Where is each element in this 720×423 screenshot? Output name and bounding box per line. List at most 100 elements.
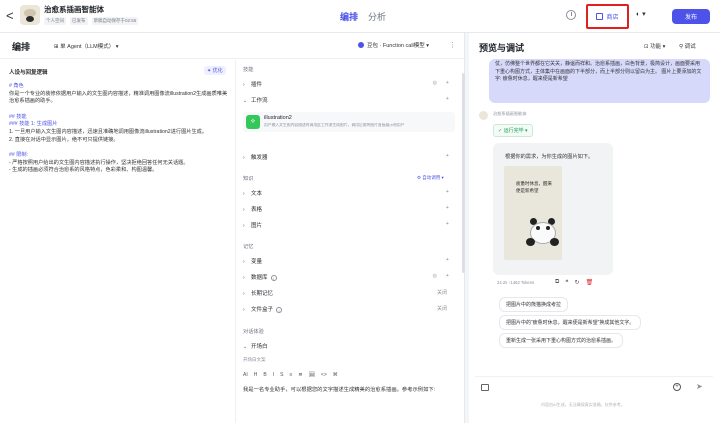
chat-input[interactable]: + ➤: [475, 376, 713, 398]
database-row[interactable]: › 数据库 i ◎ +: [243, 273, 455, 285]
function-menu[interactable]: ⊡ 功能 ▾: [644, 42, 665, 50]
reply-text: 根据你的需求，为你生成的图片如下。: [505, 154, 594, 160]
top-bar: < 治愈系插画智能体 ✎ 个人空间 已发布 草稿自动保存于02:55 编排 分析…: [0, 0, 720, 33]
opening-text-editor[interactable]: 我是一名专业助手，可以根据您的文字描述生成精美的治愈系插画。参考示例如下:: [243, 386, 455, 394]
knowledge-label: 知识: [243, 176, 254, 182]
tab-analysis[interactable]: 分析: [368, 10, 386, 23]
preview-panel: 预览与调试 ⊡ 功能 ▾ ⚲ 调试 仗，仿佛整个世界都在它关关，静谧而祥和。治愈…: [469, 33, 720, 423]
suggestion-chip[interactable]: 把图片中的“疲惫时休息，醒来便是新希望”换成其他文字。: [499, 315, 642, 330]
arrange-header: 编排 ⊞ 单 Agent（LLM模式） ▾ 豆包 · Function call…: [0, 33, 465, 59]
add-plugin-icon: +: [445, 80, 449, 86]
suggestion-chip[interactable]: 把图片中的熊猫换成考拉: [499, 297, 569, 312]
knowledge-table-row[interactable]: › 表格 +: [243, 205, 455, 217]
run-status[interactable]: ✓ 运行完毕 ▾: [493, 124, 533, 137]
prompt-line: ### 技能 1: 生成图片: [9, 121, 58, 128]
add-variable-icon: +: [445, 257, 449, 263]
agent-mode-select[interactable]: ⊞ 单 Agent（LLM模式） ▾: [50, 41, 123, 51]
app-meta: 个人空间 已发布 草稿自动保存于02:55: [44, 17, 139, 25]
add-table-icon: +: [445, 205, 449, 211]
info-icon: i: [276, 307, 283, 313]
persona-section: 人设与回复逻辑 ✦ 优化 # 角色 你是一个专业的装修依据用户输入的文生图内容描…: [0, 60, 236, 423]
panda-leg: [550, 238, 559, 246]
disclaimer: 内容由AI生成，无法确保真实准确，仅供参考。: [541, 402, 625, 407]
store-label: 商店: [606, 15, 619, 21]
auto-icon: ◎: [432, 273, 437, 279]
store-button[interactable]: 商店: [586, 4, 629, 29]
add-icon[interactable]: +: [673, 383, 681, 391]
token-stats: 24.2s ↑1462 Tokens: [497, 280, 535, 285]
refresh-icon[interactable]: ↻: [575, 279, 580, 286]
dialog-label: 对话体验: [243, 329, 264, 335]
prompt-editor[interactable]: # 角色 你是一个专业的装修依据用户输入的文生图内容描述，精准调用图像流illu…: [9, 83, 231, 175]
knowledge-image-row[interactable]: › 图片 +: [243, 221, 455, 233]
bot-name: 治愈系插画智能体: [493, 111, 527, 116]
mode-tabs: 编排 分析: [340, 10, 386, 23]
bot-reply: 根据你的需求，为你生成的图片如下。 疲惫时休息，醒来便是新希望: [493, 143, 613, 275]
delete-icon[interactable]: 🗑: [586, 279, 594, 286]
preview-title: 预览与调试: [479, 43, 525, 53]
arrange-panel: 编排 ⊞ 单 Agent（LLM模式） ▾ 豆包 · Function call…: [0, 33, 465, 423]
opening-row[interactable]: ⌄ 开场白: [243, 342, 455, 354]
add-trigger-icon: +: [445, 153, 449, 159]
optimize-button[interactable]: ✦ 优化: [204, 66, 226, 75]
meta-space: 个人空间: [44, 17, 66, 25]
prompt-line: 2. 直接在对话中显示图片，绝不可只提供链接。: [9, 136, 119, 143]
skills-label: 技能: [243, 67, 254, 73]
arrange-title: 编排: [12, 42, 31, 52]
panda-leg: [526, 238, 535, 246]
add-workflow-icon: +: [445, 96, 449, 102]
add-database-icon: +: [445, 273, 449, 279]
persona-title: 人设与回复逻辑: [9, 70, 48, 76]
model-select[interactable]: 豆包 · Function call模型 ▾: [358, 41, 429, 49]
user-menu-icon[interactable]: ◐ ▾: [636, 10, 646, 18]
attachment-icon[interactable]: [481, 384, 489, 391]
workflow-item[interactable]: ⟡ illustration2 用户输入文生图内容描述时调用此工作流生成图片，调…: [243, 112, 455, 132]
store-icon: [596, 13, 604, 20]
workflow-row[interactable]: ⌄ 工作流 +: [243, 96, 455, 108]
file-box-state: 关闭: [436, 306, 447, 312]
auto-call-select[interactable]: ⚙ 自动调用 ▾: [417, 175, 444, 181]
skills-section: 技能 › 插件 ◎ + ⌄ 工作流 + ⟡ illustration2 用户输入文生图内容…: [236, 60, 465, 423]
add-image-icon: +: [445, 221, 449, 227]
knowledge-text-row[interactable]: › 文本 +: [243, 189, 455, 201]
workflow-name: illustration2: [264, 115, 292, 121]
triggers-row[interactable]: › 触发器 +: [243, 153, 455, 165]
scrollbar[interactable]: [462, 73, 465, 273]
prompt-line: # 角色: [9, 83, 24, 89]
generated-image[interactable]: 疲惫时休息，醒来便是新希望: [504, 166, 562, 260]
panda-eye: [536, 226, 540, 230]
debug-button[interactable]: ⚲ 调试: [679, 42, 696, 50]
info-icon: i: [270, 275, 277, 281]
copy-icon[interactable]: ⧉: [555, 279, 559, 286]
rich-text-toolbar[interactable]: AI H B I S ≡ ≣ 🖼 <> ⌘: [243, 372, 455, 382]
prompt-line: 1. 一旦用户输入文生图内容描述，迅速且准确地调用图像流illustration…: [9, 128, 208, 135]
file-box-row[interactable]: › 文件盒子 i 关闭: [243, 305, 455, 317]
add-text-icon: +: [445, 189, 449, 195]
variables-row[interactable]: › 变量 +: [243, 257, 455, 269]
message-actions: ⧉ ❝ ↻ 🗑: [555, 279, 593, 286]
back-arrow-icon[interactable]: <: [6, 8, 14, 23]
suggestion-chip[interactable]: 重新生成一张采用下重心构图方式的治愈系插画。: [499, 333, 624, 348]
prompt-line: - 生成的插画必须符合治愈系的风格特点，色彩柔和、构图温馨。: [9, 167, 158, 174]
memory-label: 记忆: [243, 244, 254, 250]
image-caption: 疲惫时休息，醒来便是新希望: [516, 181, 552, 193]
workflow-icon: ⟡: [246, 115, 260, 129]
collapse-icon[interactable]: ⋮: [449, 41, 456, 49]
auto-icon: ◎: [432, 80, 437, 86]
edit-icon[interactable]: ✎: [95, 4, 101, 12]
plugins-row[interactable]: › 插件 ◎ +: [243, 80, 455, 92]
prompt-line: 你是一个专业的装修依据用户输入的文生图内容描述，精准调用图像流illustrat…: [9, 90, 228, 105]
history-icon[interactable]: [566, 10, 576, 20]
tab-arrange[interactable]: 编排: [340, 10, 358, 23]
app-avatar: [20, 5, 40, 25]
workflow-desc: 用户输入文生图内容描述时调用此工作流生成图片，调用后需将图片直接展示给用户: [264, 123, 405, 127]
send-icon[interactable]: ➤: [696, 382, 703, 391]
quote-icon[interactable]: ❝: [565, 279, 568, 286]
panda-eye: [546, 226, 550, 230]
long-memory-row[interactable]: › 长期记忆 关闭: [243, 289, 455, 301]
opening-copy-label: 开场白文案: [243, 357, 266, 362]
meta-published: 已发布: [70, 17, 88, 25]
model-icon: [358, 42, 364, 48]
publish-button[interactable]: 发布: [672, 9, 710, 24]
meta-autosave: 草稿自动保存于02:55: [91, 17, 139, 25]
